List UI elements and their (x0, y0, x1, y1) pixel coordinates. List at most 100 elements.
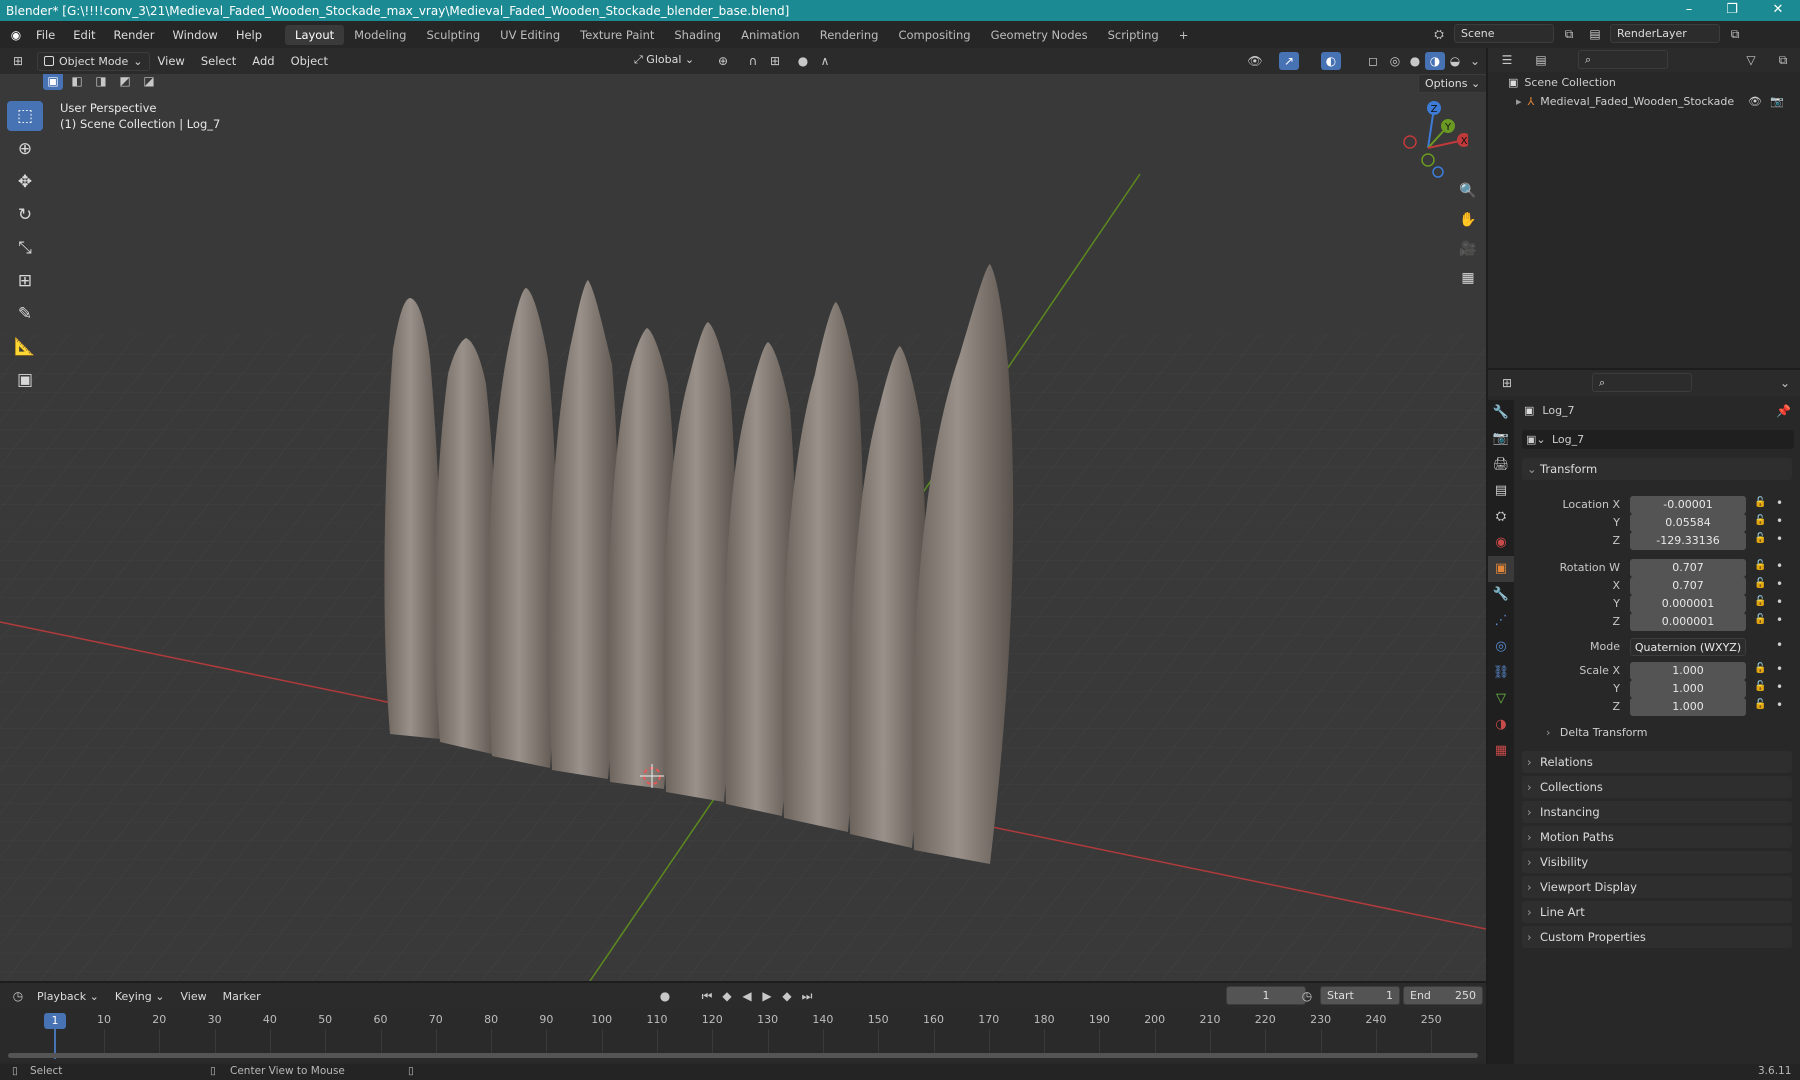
menu-help[interactable]: Help (227, 28, 271, 42)
menu-view[interactable]: View (150, 54, 193, 68)
lock-icon[interactable]: 🔓 (1754, 614, 1766, 625)
blender-logo-icon[interactable]: ◉ (6, 26, 26, 44)
maximize-button[interactable]: ❐ (1710, 0, 1754, 21)
line-art-panel[interactable]: › Line Art (1522, 901, 1792, 923)
tab-texture-paint[interactable]: Texture Paint (570, 25, 664, 45)
scale-tool-icon[interactable]: ⤡ (7, 233, 43, 263)
lock-icon[interactable]: 🔓 (1754, 596, 1766, 607)
start-frame-field[interactable]: Start 1 (1320, 986, 1400, 1005)
transform-panel-header[interactable]: ⌄ Transform (1522, 458, 1792, 480)
lock-icon[interactable]: 🔓 (1754, 497, 1766, 508)
jump-start-icon[interactable]: ⏮ (697, 987, 717, 1005)
proportional-edit-icon[interactable]: ● (793, 52, 813, 70)
menu-keying[interactable]: Keying ⌄ (107, 990, 173, 1003)
scene-icon[interactable]: ⛭ (1429, 25, 1449, 43)
menu-add[interactable]: Add (244, 54, 282, 68)
transform-tool-icon[interactable]: ⊞ (7, 266, 43, 296)
custom-properties-panel[interactable]: › Custom Properties (1522, 926, 1792, 948)
visibility-icon[interactable]: 👁 (1245, 52, 1265, 70)
tab-layout[interactable]: Layout (285, 24, 345, 45)
add-workspace-button[interactable]: + (1169, 25, 1199, 45)
menu-marker[interactable]: Marker (215, 990, 269, 1003)
jump-end-icon[interactable]: ⏭ (797, 987, 817, 1005)
modifier-tab-icon[interactable]: 🔧 (1488, 582, 1514, 608)
neg-x-gizmo-icon[interactable] (1403, 135, 1417, 149)
outliner-editor-type-icon[interactable]: ☰ (1497, 51, 1517, 69)
menu-window[interactable]: Window (163, 28, 226, 42)
outliner-item[interactable]: ▸ ⅄ Medieval_Faded_Wooden_Stockade 👁 📷 (1516, 95, 1796, 108)
next-keyframe-icon[interactable]: ◆ (777, 987, 797, 1005)
outliner-search-input[interactable]: ⌕ (1578, 50, 1668, 69)
scale-y-field[interactable]: 1.000 (1630, 680, 1746, 698)
keyframe-dot-icon[interactable]: • (1776, 638, 1783, 652)
timeline-editor-type-icon[interactable]: ◷ (8, 987, 28, 1005)
add-cube-tool-icon[interactable]: ▣ (7, 365, 43, 395)
perspective-toggle-icon[interactable]: ▦ (1450, 265, 1486, 291)
keyframe-dot-icon[interactable]: • (1776, 514, 1783, 528)
rotation-mode-dropdown[interactable]: Quaternion (WXYZ) ⌄ (1630, 638, 1746, 672)
xray-icon[interactable]: ◻ (1363, 52, 1383, 70)
rendered-shading-icon[interactable]: ◒ (1445, 52, 1465, 70)
transform-orientation-dropdown[interactable]: ⤢ Global ⌄ (628, 51, 701, 70)
overlays-icon[interactable]: ◐ (1321, 52, 1341, 70)
3d-viewport[interactable]: ▣ ◧ ◨ ◩ ◪ Options ⌄ User Perspective (1)… (0, 74, 1486, 981)
new-viewlayer-icon[interactable]: ⧉ (1725, 25, 1745, 43)
scene-tab-icon[interactable]: ⛭ (1488, 504, 1514, 530)
collections-panel[interactable]: › Collections (1522, 776, 1792, 798)
filter-icon[interactable]: ▽ (1741, 51, 1761, 69)
shading-options-icon[interactable]: ⌄ (1465, 52, 1485, 70)
viewport-display-panel[interactable]: › Viewport Display (1522, 876, 1792, 898)
keyframe-dot-icon[interactable]: • (1776, 595, 1783, 609)
rotation-z-field[interactable]: 0.000001 (1630, 613, 1746, 631)
object-name-field[interactable]: ▣⌄ Log_7 (1522, 430, 1794, 449)
lock-icon[interactable]: 🔓 (1754, 681, 1766, 692)
pivot-point-icon[interactable]: ⊕ (713, 52, 733, 70)
select-invert-icon[interactable]: ◩ (115, 74, 135, 90)
rotation-x-field[interactable]: 0.707 (1630, 577, 1746, 595)
scale-z-field[interactable]: 1.000 (1630, 698, 1746, 716)
menu-render[interactable]: Render (105, 28, 164, 42)
tool-tab-icon[interactable]: 🔧 (1488, 400, 1514, 426)
delta-transform-subpanel[interactable]: › Delta Transform (1546, 726, 1647, 739)
close-button[interactable]: ✕ (1756, 0, 1800, 21)
snap-target-icon[interactable]: ⊞ (765, 52, 785, 70)
material-shading-icon[interactable]: ◑ (1425, 52, 1445, 70)
tab-geometry-nodes[interactable]: Geometry Nodes (981, 25, 1098, 45)
keyframe-dot-icon[interactable]: • (1776, 559, 1783, 573)
lock-icon[interactable]: 🔓 (1754, 533, 1766, 544)
snap-icon[interactable]: ∩ (743, 52, 763, 70)
properties-options-icon[interactable]: ⌄ (1775, 374, 1795, 392)
menu-timeline-view[interactable]: View (172, 990, 214, 1003)
tab-uv-editing[interactable]: UV Editing (490, 25, 570, 45)
lock-icon[interactable]: 🔓 (1754, 560, 1766, 571)
prev-keyframe-icon[interactable]: ◆ (717, 987, 737, 1005)
keyframe-dot-icon[interactable]: • (1776, 680, 1783, 694)
motion-paths-panel[interactable]: › Motion Paths (1522, 826, 1792, 848)
tab-scripting[interactable]: Scripting (1098, 25, 1169, 45)
select-intersect-icon[interactable]: ◪ (139, 74, 159, 90)
output-tab-icon[interactable]: 🖨 (1488, 452, 1514, 478)
world-tab-icon[interactable]: ◉ (1488, 530, 1514, 556)
auto-keying-icon[interactable]: ● (655, 987, 675, 1005)
select-extend-icon[interactable]: ◧ (67, 74, 87, 90)
select-new-icon[interactable]: ▣ (43, 74, 63, 90)
preview-range-clock-icon[interactable]: ◷ (1297, 987, 1317, 1005)
scene-field[interactable]: Scene (1454, 24, 1554, 43)
timeline-scrollbar[interactable] (8, 1053, 1478, 1058)
location-z-field[interactable]: -129.33136 (1630, 532, 1746, 550)
display-mode-icon[interactable]: ▤ (1531, 51, 1551, 69)
playhead-frame-indicator[interactable]: 1 (44, 1013, 66, 1029)
zoom-icon[interactable]: 🔍 (1450, 178, 1486, 204)
tab-animation[interactable]: Animation (731, 25, 810, 45)
end-frame-field[interactable]: End 250 (1403, 986, 1483, 1005)
neg-z-gizmo-icon[interactable] (1432, 166, 1444, 178)
view-layer-field[interactable]: RenderLayer (1610, 24, 1720, 43)
tab-modeling[interactable]: Modeling (344, 25, 416, 45)
falloff-icon[interactable]: ∧ (815, 52, 835, 70)
play-reverse-icon[interactable]: ◀ (737, 987, 757, 1005)
constraints-tab-icon[interactable]: ⛓ (1488, 660, 1514, 686)
keyframe-dot-icon[interactable]: • (1776, 532, 1783, 546)
tab-sculpting[interactable]: Sculpting (416, 25, 490, 45)
rotation-y-field[interactable]: 0.000001 (1630, 595, 1746, 613)
select-subtract-icon[interactable]: ◨ (91, 74, 111, 90)
